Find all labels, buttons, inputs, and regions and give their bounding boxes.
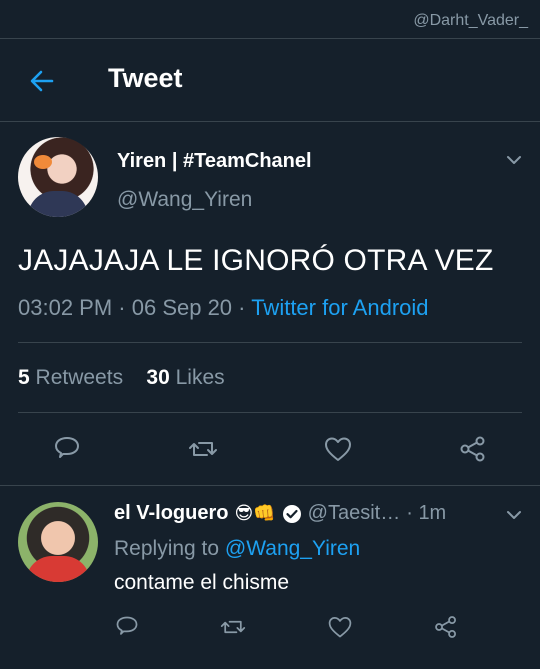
- chevron-down-icon[interactable]: [505, 151, 523, 169]
- top-bar: Tweet: [0, 38, 540, 122]
- retweets-label: Retweets: [35, 366, 124, 389]
- divider: [18, 342, 522, 343]
- replying-to-label: Replying to: [114, 537, 220, 560]
- tweet-time: 03:02 PM: [18, 295, 113, 320]
- retweets-count: 5: [18, 366, 30, 389]
- likes-label: Likes: [175, 366, 225, 389]
- like-icon[interactable]: [323, 434, 353, 464]
- tweet-meta: 03:02 PM · 06 Sep 20 · Twitter for Andro…: [18, 295, 429, 320]
- share-icon[interactable]: [458, 434, 488, 464]
- page-title: Tweet: [108, 63, 183, 93]
- author-avatar[interactable]: [18, 137, 98, 217]
- reply-header: el V-loguero 😎👊 @Taesit… · 1m: [114, 502, 446, 525]
- reply-author-avatar[interactable]: [18, 502, 98, 582]
- like-icon[interactable]: [327, 614, 353, 640]
- likes-stat[interactable]: 30 Likes: [146, 366, 224, 389]
- tweet-stats: 5 Retweets 30 Likes: [18, 366, 225, 390]
- retweet-icon[interactable]: [220, 614, 246, 640]
- watermark: @Darht_Vader_: [413, 12, 528, 29]
- author-handle[interactable]: @Wang_Yiren: [117, 188, 252, 212]
- share-icon[interactable]: [433, 614, 459, 640]
- reply-author-emojis: 😎👊: [234, 503, 276, 523]
- reply-author-name[interactable]: el V-loguero: [114, 502, 228, 525]
- reply-author-handle[interactable]: @Taesit…: [308, 502, 401, 525]
- divider: [0, 485, 540, 486]
- likes-count: 30: [146, 366, 170, 389]
- back-arrow-icon[interactable]: [28, 67, 56, 95]
- author-name[interactable]: Yiren | #TeamChanel: [117, 150, 312, 173]
- retweet-icon[interactable]: [188, 434, 218, 464]
- tweet-source-link[interactable]: Twitter for Android: [251, 295, 428, 320]
- divider: [18, 412, 522, 413]
- retweets-stat[interactable]: 5 Retweets: [18, 366, 123, 389]
- reply-time: · 1m: [406, 502, 447, 524]
- reply-icon[interactable]: [114, 614, 140, 640]
- chevron-down-icon[interactable]: [505, 506, 523, 524]
- replying-to: Replying to @Wang_Yiren: [114, 537, 360, 561]
- reply-icon[interactable]: [52, 434, 82, 464]
- tweet-text: JAJAJAJA LE IGNORÓ OTRA VEZ: [18, 244, 494, 277]
- verified-badge-icon: [282, 504, 301, 523]
- tweet-date: 06 Sep 20: [131, 295, 233, 320]
- reply-text: contame el chisme: [114, 571, 290, 594]
- replying-to-mention[interactable]: @Wang_Yiren: [225, 537, 360, 560]
